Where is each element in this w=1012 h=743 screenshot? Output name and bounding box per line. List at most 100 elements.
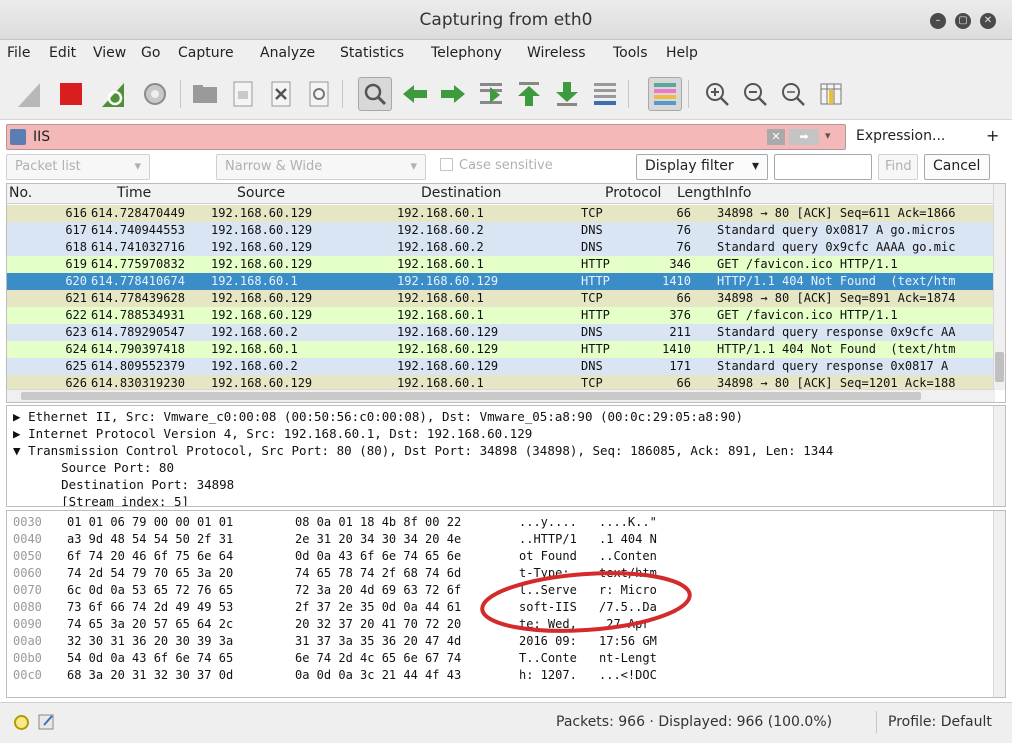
packet-cell-len: 346 [669, 257, 691, 271]
scroll-thumb[interactable] [995, 352, 1004, 382]
column-time[interactable]: Time [117, 185, 151, 201]
search-type-select[interactable]: Display filter ▾ [636, 154, 768, 180]
packet-list-scrollbar[interactable] [993, 184, 1005, 390]
column-no[interactable]: No. [9, 185, 32, 201]
packet-list-pane[interactable]: No. Time Source Destination Protocol Len… [6, 183, 1006, 403]
packet-row[interactable]: 616 614.728470449 192.168.60.129 192.168.60… [7, 205, 995, 222]
expert-info-icon[interactable] [14, 715, 29, 730]
last-packet-icon[interactable] [550, 77, 584, 111]
detail-line[interactable]: ▶ Ethernet II, Src: Vmware_c0:00:08 (00:… [7, 409, 743, 424]
packet-row[interactable]: 618 614.741032716 192.168.60.129 192.168.60… [7, 239, 995, 256]
clear-filter-icon[interactable]: ✕ [767, 129, 785, 145]
packet-row[interactable]: 621 614.778439628 192.168.60.129 192.168.60… [7, 290, 995, 307]
case-sensitive-checkbox[interactable]: Case sensitive [432, 154, 602, 180]
display-filter-text[interactable]: IIS [33, 129, 50, 145]
detail-line[interactable]: Source Port: 80 [31, 460, 174, 475]
character-width-select[interactable]: Narrow & Wide ▾ [216, 154, 426, 180]
find-button[interactable]: Find [878, 154, 918, 180]
hex-bytes: 08 0a 01 18 4b 8f 00 22 [295, 515, 462, 529]
reload-file-icon[interactable] [302, 77, 336, 111]
menu-statistics[interactable]: Statistics [340, 45, 404, 61]
expand-arrow-icon[interactable]: ▶ [13, 409, 21, 424]
collapse-arrow-icon[interactable]: ▼ [13, 443, 21, 458]
packet-row[interactable]: 620 614.778410674 192.168.60.1 192.168.60.1… [7, 273, 995, 290]
bytes-scrollbar[interactable] [993, 511, 1005, 697]
detail-line[interactable]: ▼ Transmission Control Protocol, Src Por… [7, 443, 833, 458]
column-info[interactable]: Info [725, 185, 752, 201]
profile-label[interactable]: Profile: Default [888, 714, 992, 730]
filter-history-chevron-icon[interactable]: ▾ [825, 129, 831, 142]
packet-row[interactable]: 617 614.740944553 192.168.60.129 192.168.60… [7, 222, 995, 239]
details-scrollbar[interactable] [993, 406, 1005, 506]
display-filter-input[interactable]: IIS ✕ ➡ ▾ [6, 124, 846, 150]
close-file-icon[interactable] [264, 77, 298, 111]
zoom-out-icon[interactable] [738, 77, 772, 111]
menu-analyze[interactable]: Analyze [260, 45, 315, 61]
menu-telephony[interactable]: Telephony [431, 45, 502, 61]
minimize-icon[interactable]: – [930, 13, 946, 29]
open-file-icon[interactable] [188, 77, 222, 111]
first-packet-icon[interactable] [512, 77, 546, 111]
stop-capture-icon[interactable] [54, 77, 88, 111]
restart-capture-icon[interactable] [96, 77, 130, 111]
maximize-icon[interactable]: ▢ [955, 13, 971, 29]
hscroll-thumb[interactable] [21, 392, 921, 400]
menu-view[interactable]: View [93, 45, 126, 61]
start-capture-icon[interactable] [12, 77, 46, 111]
search-input[interactable] [774, 154, 872, 180]
menu-capture[interactable]: Capture [178, 45, 234, 61]
close-icon[interactable]: ✕ [980, 13, 996, 29]
packet-details-pane[interactable]: ▶ Ethernet II, Src: Vmware_c0:00:08 (00:… [6, 405, 1006, 507]
packet-row[interactable]: 625 614.809552379 192.168.60.2 192.168.60.1… [7, 358, 995, 375]
resize-columns-icon[interactable] [814, 77, 848, 111]
hex-offset: 0060 [13, 566, 42, 580]
checkbox-box [440, 158, 453, 171]
zoom-in-icon[interactable] [700, 77, 734, 111]
add-filter-button[interactable]: + [986, 126, 999, 145]
normal-size-icon[interactable] [776, 77, 810, 111]
autoscroll-icon[interactable] [588, 77, 622, 111]
column-source[interactable]: Source [237, 185, 285, 201]
go-forward-icon[interactable] [436, 77, 470, 111]
menu-edit[interactable]: Edit [49, 45, 76, 61]
hex-bytes: 0a 0d 0a 3c 21 44 4f 43 [295, 668, 462, 682]
packet-row[interactable]: 622 614.788534931 192.168.60.129 192.168.60… [7, 307, 995, 324]
packet-cell-dst: 192.168.60.1 [397, 308, 484, 322]
packet-bytes-pane[interactable]: 0030 01 01 06 79 00 00 01 01 08 0a 01 18 4… [6, 510, 1006, 698]
menu-help[interactable]: Help [666, 45, 698, 61]
menu-wireless[interactable]: Wireless [527, 45, 586, 61]
capture-options-icon[interactable] [138, 77, 172, 111]
detail-line[interactable]: Destination Port: 34898 [31, 477, 234, 492]
detail-line[interactable]: ▶ Internet Protocol Version 4, Src: 192.… [7, 426, 532, 441]
go-to-packet-icon[interactable] [474, 77, 508, 111]
packet-row[interactable]: 619 614.775970832 192.168.60.129 192.168.60… [7, 256, 995, 273]
cancel-button[interactable]: Cancel [924, 154, 990, 180]
bookmark-icon[interactable] [10, 129, 26, 145]
apply-filter-icon[interactable]: ➡ [789, 129, 819, 145]
column-protocol[interactable]: Protocol [605, 185, 661, 201]
save-file-icon[interactable] [226, 77, 260, 111]
colorize-icon[interactable] [648, 77, 682, 111]
annotation-circle [480, 571, 692, 633]
packet-row[interactable]: 624 614.790397418 192.168.60.1 192.168.60.1… [7, 341, 995, 358]
ascii-text: ot Found [519, 549, 577, 563]
toolbar-separator [628, 80, 629, 108]
status-separator [876, 711, 877, 733]
capture-comment-icon[interactable] [38, 713, 56, 735]
menu-go[interactable]: Go [141, 45, 160, 61]
column-length[interactable]: Length [677, 185, 725, 201]
packet-cell-len: 1410 [662, 342, 691, 356]
expression-button[interactable]: Expression... [856, 128, 945, 144]
toolbar-separator [688, 80, 689, 108]
find-packet-icon[interactable] [358, 77, 392, 111]
detail-line[interactable]: [Stream index: 5] [31, 494, 189, 506]
search-scope-select[interactable]: Packet list ▾ [6, 154, 150, 180]
menu-tools[interactable]: Tools [613, 45, 648, 61]
hex-bytes: 74 65 3a 20 57 65 64 2c [67, 617, 234, 631]
expand-arrow-icon[interactable]: ▶ [13, 426, 21, 441]
column-destination[interactable]: Destination [421, 185, 501, 201]
go-back-icon[interactable] [398, 77, 432, 111]
packet-list-hscrollbar[interactable] [7, 389, 995, 402]
packet-row[interactable]: 623 614.789290547 192.168.60.2 192.168.60.1… [7, 324, 995, 341]
menu-file[interactable]: File [7, 45, 30, 61]
